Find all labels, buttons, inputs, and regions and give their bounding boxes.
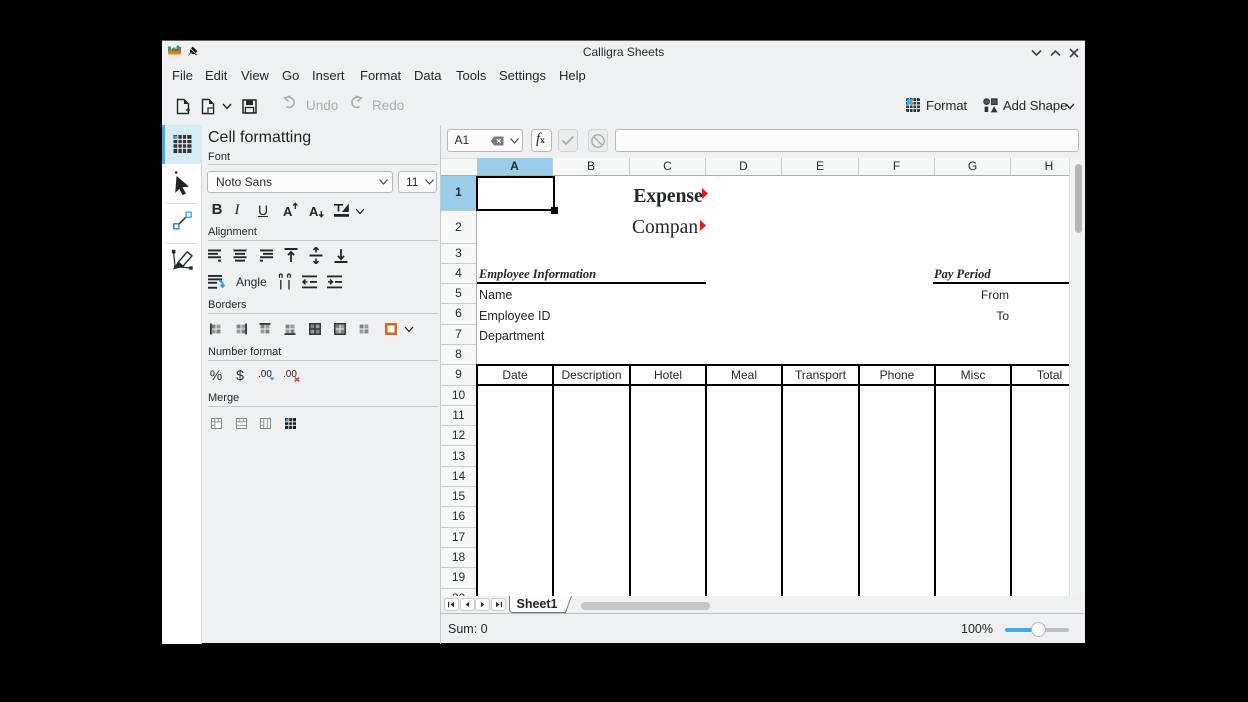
svg-text:.00: .00	[258, 369, 272, 380]
svg-text:A: A	[309, 204, 319, 218]
svg-text:A: A	[283, 204, 293, 218]
